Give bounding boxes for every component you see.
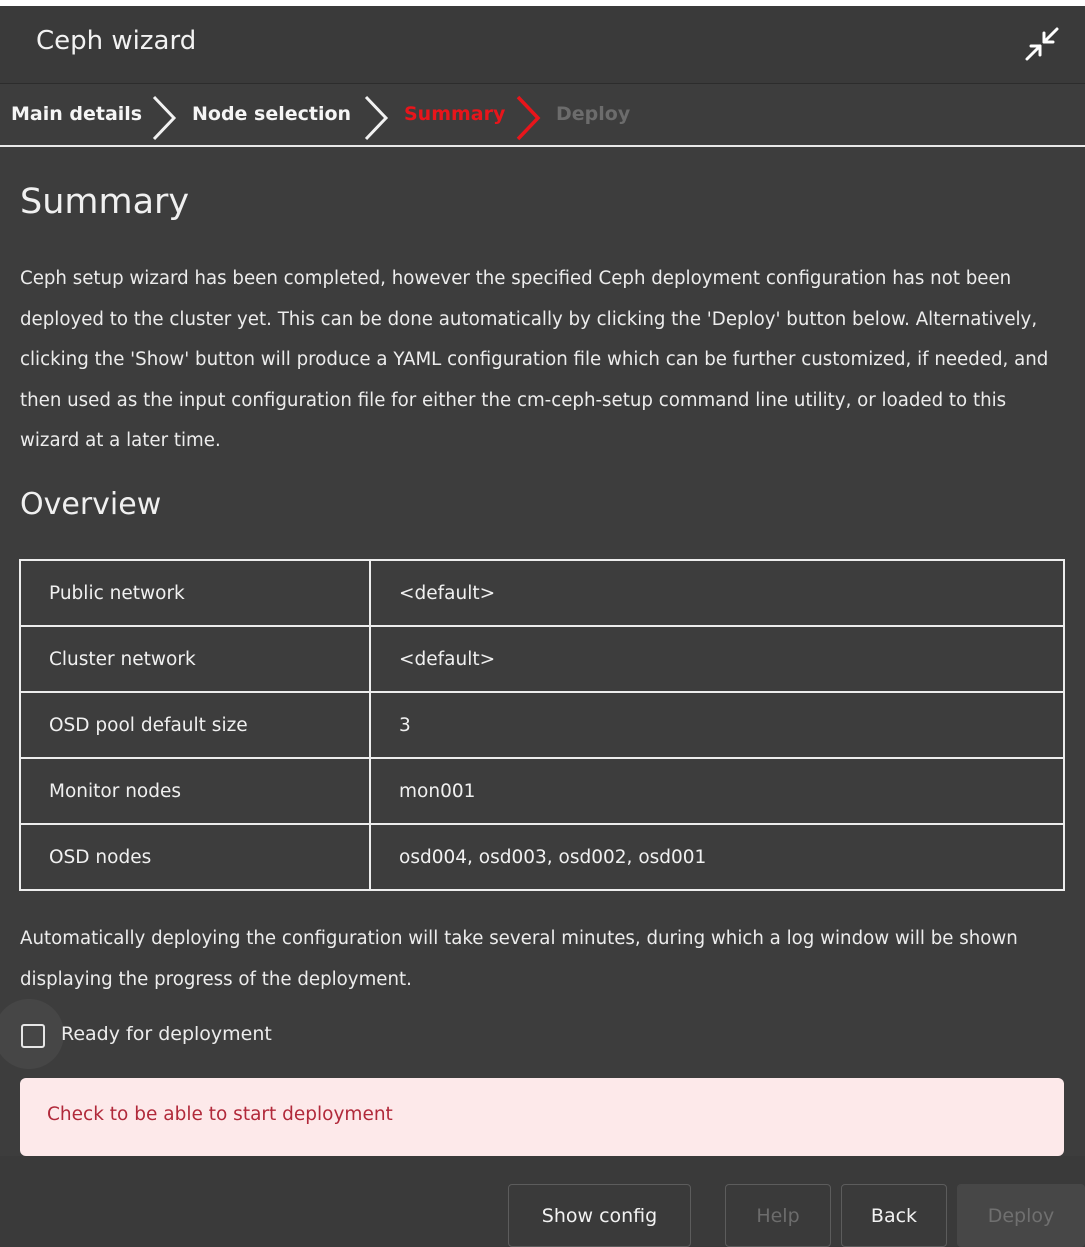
table-row: OSD pool default size 3 [19, 691, 1065, 759]
window-title: Ceph wizard [36, 26, 197, 56]
row-key: Public network [19, 559, 371, 627]
row-key: Cluster network [19, 625, 371, 693]
back-button[interactable]: Back [841, 1184, 947, 1247]
ceph-wizard-window: Ceph wizard Main details Node selection … [0, 6, 1085, 1247]
row-key: OSD nodes [19, 823, 371, 891]
step-summary[interactable]: Summary [404, 103, 505, 125]
chevron-right-icon [364, 95, 389, 141]
help-button: Help [725, 1184, 831, 1247]
row-key: Monitor nodes [19, 757, 371, 825]
step-main-details[interactable]: Main details [11, 103, 142, 125]
deployment-alert: Check to be able to start deployment [20, 1078, 1064, 1156]
show-config-button[interactable]: Show config [508, 1184, 691, 1247]
ready-for-deployment[interactable]: Ready for deployment [0, 999, 320, 1069]
row-value: <default> [369, 559, 1065, 627]
collapse-icon[interactable] [1022, 24, 1062, 64]
ready-checkbox-label[interactable]: Ready for deployment [61, 1023, 272, 1045]
overview-table: Public network <default> Cluster network… [19, 559, 1065, 891]
wizard-footer: Show config Help Back Deploy [0, 1156, 1085, 1247]
alert-text: Check to be able to start deployment [47, 1104, 393, 1125]
wizard-steps: Main details Node selection Summary Depl… [0, 85, 1085, 147]
step-node-selection[interactable]: Node selection [192, 103, 351, 125]
table-row: Public network <default> [19, 559, 1065, 627]
wizard-content: Summary Ceph setup wizard has been compl… [0, 149, 1085, 1156]
row-value: 3 [369, 691, 1065, 759]
table-row: OSD nodes osd004, osd003, osd002, osd001 [19, 823, 1065, 891]
row-value: mon001 [369, 757, 1065, 825]
deploy-button: Deploy [957, 1184, 1085, 1247]
deploy-note: Automatically deploying the configuratio… [20, 928, 1018, 990]
overview-heading: Overview [20, 487, 162, 522]
row-value: osd004, osd003, osd002, osd001 [369, 823, 1065, 891]
row-key: OSD pool default size [19, 691, 371, 759]
row-value: <default> [369, 625, 1065, 693]
summary-heading: Summary [20, 182, 190, 222]
chevron-right-icon [152, 95, 177, 141]
ready-checkbox[interactable] [21, 1024, 45, 1048]
chevron-right-icon [516, 95, 541, 141]
summary-description: Ceph setup wizard has been completed, ho… [20, 268, 1049, 451]
table-row: Cluster network <default> [19, 625, 1065, 693]
table-row: Monitor nodes mon001 [19, 757, 1065, 825]
title-bar: Ceph wizard [0, 6, 1085, 84]
step-deploy: Deploy [556, 103, 631, 125]
